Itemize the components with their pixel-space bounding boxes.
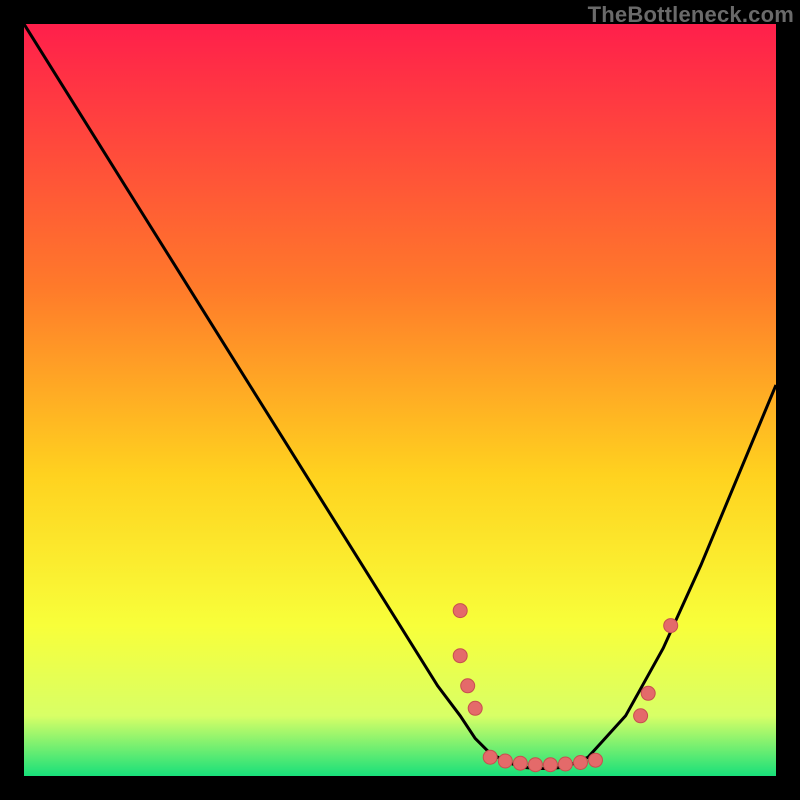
data-point <box>574 756 588 770</box>
gradient-background <box>24 24 776 776</box>
data-point <box>543 758 557 772</box>
data-point <box>453 604 467 618</box>
data-point <box>641 686 655 700</box>
data-point <box>558 757 572 771</box>
data-point <box>513 756 527 770</box>
data-point <box>453 649 467 663</box>
data-point <box>468 701 482 715</box>
data-point <box>498 754 512 768</box>
data-point <box>461 679 475 693</box>
data-point <box>483 750 497 764</box>
data-point <box>589 753 603 767</box>
data-point <box>634 709 648 723</box>
data-point <box>528 758 542 772</box>
chart-frame <box>24 24 776 776</box>
data-point <box>664 619 678 633</box>
watermark-text: TheBottleneck.com <box>588 2 794 28</box>
chart-svg <box>24 24 776 776</box>
